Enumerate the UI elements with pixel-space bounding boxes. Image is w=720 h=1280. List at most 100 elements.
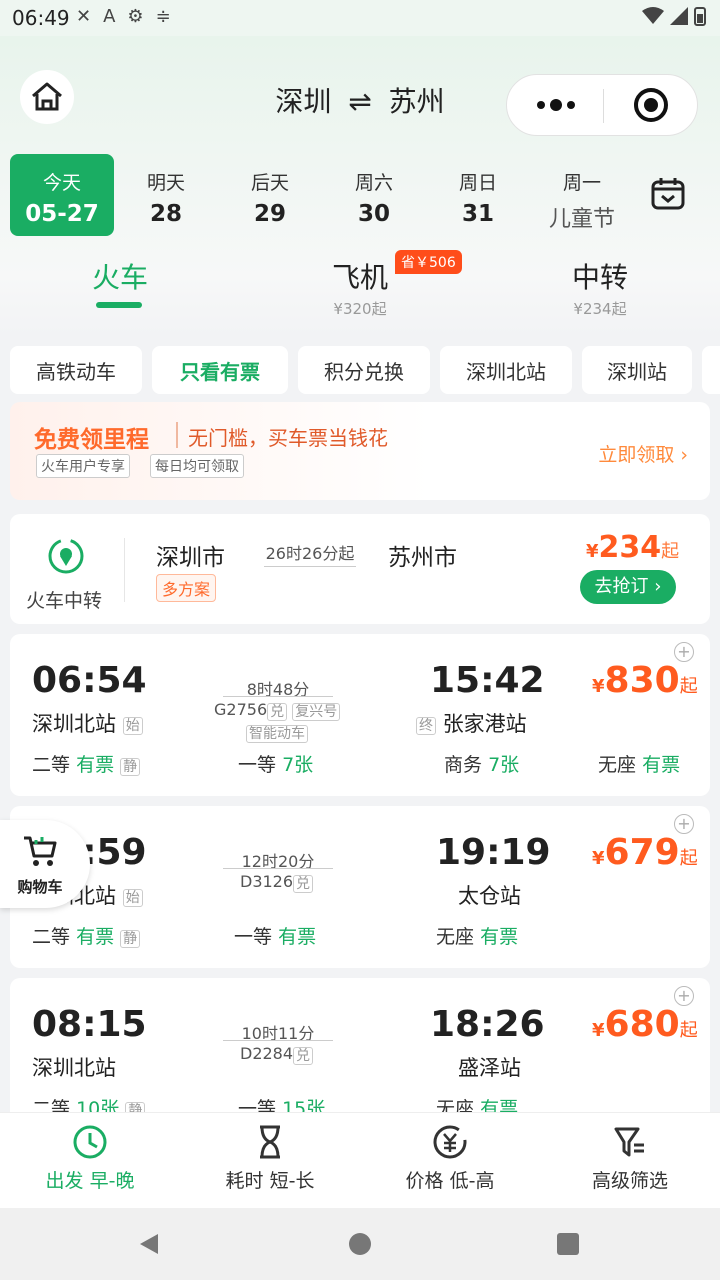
train-code: G2756 [214,700,268,719]
promo-desc: 无门槛，买车票当钱花 [188,426,388,450]
seat-name: 无座 [436,926,475,948]
seat-second-class: 二等 有票 静 [32,750,141,777]
redeem-tag: 兑 [293,874,314,893]
departure-station: 深圳北站 [32,1056,116,1080]
arrival-time: 15:42 [430,660,545,701]
data-icon: ≑ [155,6,171,27]
duration-arrow [223,696,333,697]
shopping-cart-button[interactable]: 购物车 [0,820,90,908]
add-to-cart-icon[interactable]: + [674,642,694,662]
miniapp-capsule [506,74,698,136]
date-tomorrow[interactable]: 明天 28 [114,154,218,236]
date-day: 31 [461,201,494,227]
price-value: 679 [604,832,680,873]
add-to-cart-icon[interactable]: + [674,986,694,1006]
train-code: D2284 [240,1044,294,1063]
date-day: 30 [357,201,390,227]
transfer-icon [48,538,84,574]
sort-label: 出发 早-晚 [45,1170,135,1192]
promo-tag: 火车用户专享 [36,454,130,478]
no-signal-icon: ✕ [76,6,92,27]
tab-train[interactable]: 火车 [88,256,152,296]
calendar-icon [651,178,685,210]
tab-flight[interactable]: 飞机 ¥320起 [320,256,400,319]
book-transfer-button[interactable]: 去抢订 › [580,570,676,604]
back-icon[interactable] [138,1232,160,1256]
date-monday[interactable]: 周一 儿童节 [530,154,634,236]
to-city: 苏州 [388,85,445,118]
seat-availability: 有票 [642,754,681,776]
sort-label: 价格 低-高 [405,1170,495,1192]
train-card[interactable]: 08:15 深圳北站 10时11分 D2284 兑 18:26 盛泽站 ¥680起… [10,978,710,1128]
duration-arrow [223,868,333,869]
signal-icon [670,7,688,25]
seat-availability: 7张 [282,754,314,776]
transfer-label: 火车中转 [26,590,103,612]
currency-symbol: ¥ [592,1020,605,1041]
chip-available-only[interactable]: 只看有票 [152,346,288,394]
status-time: 06:49 [12,6,70,30]
chip-points[interactable]: 积分兑换 [298,346,430,394]
promo-tag: 每日均可领取 [150,454,244,478]
mode-price: ¥234起 [573,300,627,318]
transport-modes: 火车 飞机 ¥320起 中转 ¥234起 [0,250,720,330]
tab-transfer[interactable]: 中转 ¥234起 [560,256,640,319]
chip-high-speed[interactable]: 高铁动车 [10,346,142,394]
origin-tag: 始 [122,717,143,735]
more-icon[interactable] [535,97,577,113]
redeem-tag: 兑 [267,702,288,721]
hourglass-icon [260,1125,280,1159]
cart-label: 购物车 [17,878,63,896]
duration-arrow [223,1040,333,1041]
date-day-after[interactable]: 后天 29 [218,154,322,236]
mode-name: 飞机 [331,261,388,294]
sort-label: 高级筛选 [591,1170,668,1192]
sort-duration[interactable]: 耗时 短-长 [180,1123,360,1193]
seat-name: 二等 [32,754,71,776]
departure-station: 深圳北站 始 [32,708,143,738]
recents-icon[interactable] [556,1232,580,1256]
smart-train-tag: 智能动车 [246,724,308,743]
close-miniapp-icon[interactable] [633,87,669,123]
transfer-price: ¥234起 [586,530,679,565]
home-nav-icon[interactable] [348,1232,372,1256]
chip-shenzhen-north[interactable]: 深圳北站 [440,346,572,394]
active-tab-indicator [96,302,142,308]
sort-price[interactable]: 价格 低-高 [360,1123,540,1193]
train-card[interactable]: 07:59 深圳北站 始 12时20分 D3126兑 19:19 太仓站 ¥67… [10,806,710,968]
date-saturday[interactable]: 周六 30 [322,154,426,236]
seat-availability: 有票 [76,754,115,776]
train-card[interactable]: 06:54 深圳北站 始 8时48分 G2756 兑 复兴号 智能动车 15:42… [10,634,710,796]
yuan-icon [433,1125,467,1159]
route-title[interactable]: 深圳 ⇌ 苏州 [230,80,490,120]
seat-business: 商务 7张 [444,750,519,777]
promo-claim-link[interactable]: 立即领取 › [598,440,688,467]
price-suffix: 起 [679,848,698,869]
advanced-filter[interactable]: 高级筛选 [540,1123,720,1193]
chip-more[interactable] [702,346,720,394]
seat-standing: 无座 有票 [598,750,680,777]
filter-icon [614,1127,644,1157]
chip-shenzhen[interactable]: 深圳站 [582,346,692,394]
sort-departure[interactable]: 出发 早-晚 [0,1123,180,1193]
seat-name: 一等 [238,754,277,776]
quiet-tag: 静 [120,929,141,948]
date-today[interactable]: 今天 05-27 [10,154,114,236]
price-suffix: 起 [679,1020,698,1041]
sort-label: 耗时 短-长 [225,1170,315,1192]
status-icons: ✕ A ⚙ ≑ [76,6,171,27]
from-city: 深圳 [275,85,332,118]
flight-saving-badge: 省￥506 [395,250,462,274]
date-sunday[interactable]: 周日 31 [426,154,530,236]
promo-banner[interactable]: 免费领里程 无门槛，买车票当钱花 火车用户专享 每日均可领取 立即领取 › [10,402,710,500]
transfer-card[interactable]: 火车中转 深圳市 多方案 26时26分起 苏州市 ¥234起 去抢订 › [10,514,710,624]
add-to-cart-icon[interactable]: + [674,814,694,834]
swap-icon[interactable]: ⇌ [348,85,371,118]
train-code-line: D2284 兑 [240,1044,314,1065]
terminal-tag: 终 [416,717,436,735]
currency-symbol: ¥ [592,676,605,697]
calendar-button[interactable] [650,176,686,216]
price-value: 830 [604,660,680,701]
home-button[interactable] [20,70,74,124]
train-code: D3126 [240,872,294,891]
